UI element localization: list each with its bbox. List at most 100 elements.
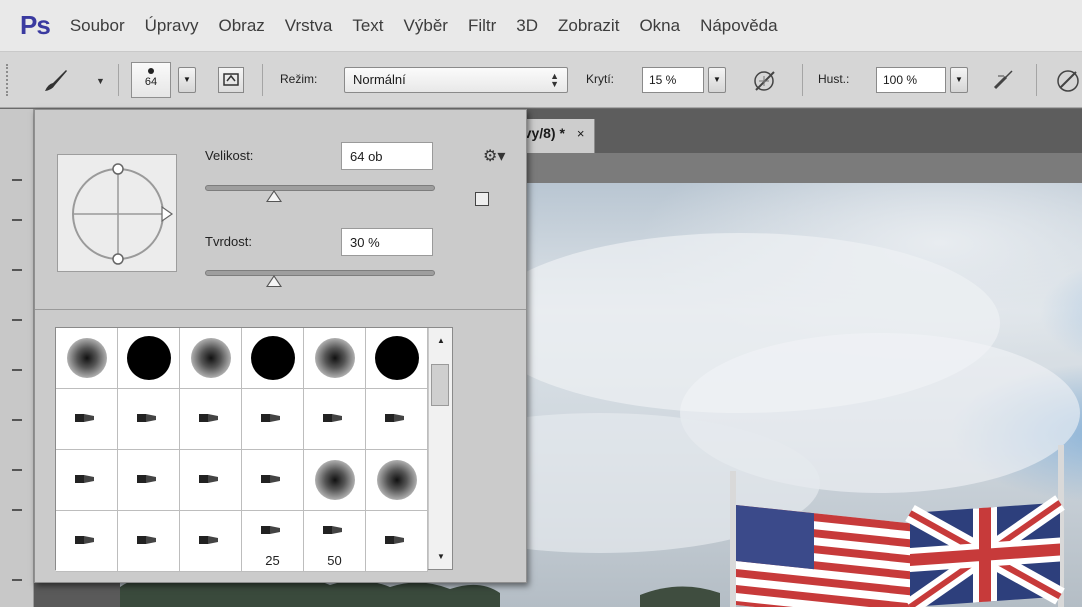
new-preset-icon[interactable]	[475, 192, 489, 206]
bristle-tip-brush-icon	[260, 472, 282, 489]
bristle-tip-brush-icon	[322, 523, 344, 540]
hard-round-brush-icon	[251, 336, 295, 380]
brush-preset-tip[interactable]	[118, 450, 180, 511]
brush-angle-icon	[72, 163, 174, 265]
brush-preset-soft[interactable]	[304, 450, 366, 511]
bristle-tip-brush-icon	[198, 411, 220, 428]
flow-field[interactable]: 100 %	[876, 67, 946, 93]
tool-icon[interactable]	[12, 579, 22, 581]
gear-icon[interactable]: ⚙▾	[483, 146, 505, 166]
brush-preset-tip[interactable]	[180, 450, 242, 511]
menu-filtr[interactable]: Filtr	[468, 16, 496, 36]
brush-preset-picker[interactable]: 64	[131, 62, 171, 98]
tool-icon[interactable]	[12, 179, 22, 181]
brush-tool-icon[interactable]	[40, 66, 70, 96]
brush-preset-tip[interactable]	[366, 511, 428, 572]
brush-preset-tip[interactable]	[56, 389, 118, 450]
brush-preset-soft[interactable]	[304, 328, 366, 389]
brush-preset-dropdown-button[interactable]: ▼	[178, 67, 196, 93]
menu-okna[interactable]: Okna	[639, 16, 680, 36]
bristle-tip-brush-icon	[260, 523, 282, 540]
scroll-down-icon[interactable]: ▼	[437, 552, 445, 561]
brush-angle-preview[interactable]	[57, 154, 177, 272]
size-label: Velikost:	[205, 148, 254, 163]
menu-vrstva[interactable]: Vrstva	[285, 16, 333, 36]
brush-preset-picker-popup: Velikost: 64 ob Tvrdost: 30 % ⚙▾ 50 25 ▲ …	[34, 109, 527, 583]
brush-preset-tip[interactable]	[180, 389, 242, 450]
menu-obraz[interactable]: Obraz	[219, 16, 265, 36]
brush-preset-tip[interactable]	[56, 450, 118, 511]
tool-icon[interactable]	[12, 269, 22, 271]
brush-panel-toggle-button[interactable]	[218, 67, 244, 93]
menu-3d[interactable]: 3D	[516, 16, 538, 36]
size-slider-thumb[interactable]	[266, 190, 282, 202]
brush-preset-grid: 50 25 ▲ ▼	[55, 327, 453, 572]
options-bar-grip[interactable]	[6, 64, 12, 96]
flow-dropdown-button[interactable]: ▼	[950, 67, 968, 93]
mode-select[interactable]: Normální ▲ ▼	[344, 67, 568, 93]
bristle-tip-brush-icon	[136, 472, 158, 489]
brush-preset-soft[interactable]	[180, 328, 242, 389]
menu-vyber[interactable]: Výběr	[404, 16, 448, 36]
hardness-field[interactable]: 30 %	[341, 228, 433, 256]
brush-preset-tip[interactable]	[242, 450, 304, 511]
menu-zobrazit[interactable]: Zobrazit	[558, 16, 619, 36]
opacity-field[interactable]: 15 %	[642, 67, 704, 93]
tool-icon[interactable]	[12, 319, 22, 321]
options-bar: ▼ 64 ▼ Režim: Normální ▲ ▼ Krytí: 15 % ▼ …	[0, 52, 1082, 108]
brush-preset-tip[interactable]	[56, 511, 118, 572]
bristle-tip-brush-icon	[198, 533, 220, 550]
brush-preset-soft[interactable]	[56, 328, 118, 389]
scroll-up-icon[interactable]: ▲	[437, 336, 445, 345]
hardness-slider[interactable]	[205, 270, 435, 276]
hardness-slider-thumb[interactable]	[266, 275, 282, 287]
menu-upravy[interactable]: Úpravy	[145, 16, 199, 36]
brush-preset-hard[interactable]	[366, 328, 428, 389]
menu-napoveda[interactable]: Nápověda	[700, 16, 778, 36]
scroll-thumb[interactable]	[431, 364, 449, 406]
brush-preset-soft[interactable]	[366, 450, 428, 511]
menu-text[interactable]: Text	[352, 16, 383, 36]
tool-icon[interactable]	[12, 369, 22, 371]
bristle-tip-brush-icon	[74, 472, 96, 489]
mode-value: Normální	[353, 72, 406, 87]
brush-preset-hard[interactable]	[242, 328, 304, 389]
tool-icon[interactable]	[12, 219, 22, 221]
tool-preset-chevron-icon[interactable]: ▼	[96, 76, 105, 86]
bristle-tip-brush-icon	[136, 533, 158, 550]
brush-size-preview: 64	[144, 76, 158, 88]
separator	[802, 64, 803, 96]
hard-round-brush-icon	[375, 336, 419, 380]
tool-icon[interactable]	[12, 419, 22, 421]
mode-label: Režim:	[280, 72, 318, 86]
pressure-size-icon[interactable]	[1052, 66, 1080, 94]
brush-preset-tip[interactable]: 50	[304, 511, 366, 572]
brush-preset-tip[interactable]	[118, 389, 180, 450]
brush-preset-tip[interactable]	[118, 511, 180, 572]
opacity-dropdown-button[interactable]: ▼	[708, 67, 726, 93]
opacity-label: Krytí:	[586, 72, 615, 86]
hardness-label: Tvrdost:	[205, 234, 252, 249]
brush-preset-tip[interactable]	[304, 389, 366, 450]
brush-preset-hard[interactable]	[118, 328, 180, 389]
brush-preset-tip[interactable]	[242, 389, 304, 450]
bristle-tip-brush-icon	[74, 411, 96, 428]
airbrush-icon[interactable]	[990, 66, 1018, 94]
size-slider[interactable]	[205, 185, 435, 191]
menu-soubor[interactable]: Soubor	[70, 16, 125, 36]
brush-preset-tip[interactable]	[366, 389, 428, 450]
pressure-opacity-icon[interactable]	[750, 66, 778, 94]
bristle-tip-brush-icon	[322, 411, 344, 428]
size-field[interactable]: 64 ob	[341, 142, 433, 170]
soft-round-brush-icon	[315, 338, 355, 378]
brush-preset-tip[interactable]	[180, 511, 242, 572]
close-tab-icon[interactable]: ×	[577, 126, 585, 141]
tool-icon[interactable]	[12, 509, 22, 511]
brush-preset-tip[interactable]: 25	[242, 511, 304, 572]
soft-round-brush-icon	[377, 460, 417, 500]
soft-round-brush-icon	[315, 460, 355, 500]
bristle-tip-brush-icon	[136, 411, 158, 428]
preset-scrollbar[interactable]: ▲ ▼	[428, 328, 452, 569]
photoshop-logo: Ps	[20, 10, 51, 40]
tool-icon[interactable]	[12, 469, 22, 471]
